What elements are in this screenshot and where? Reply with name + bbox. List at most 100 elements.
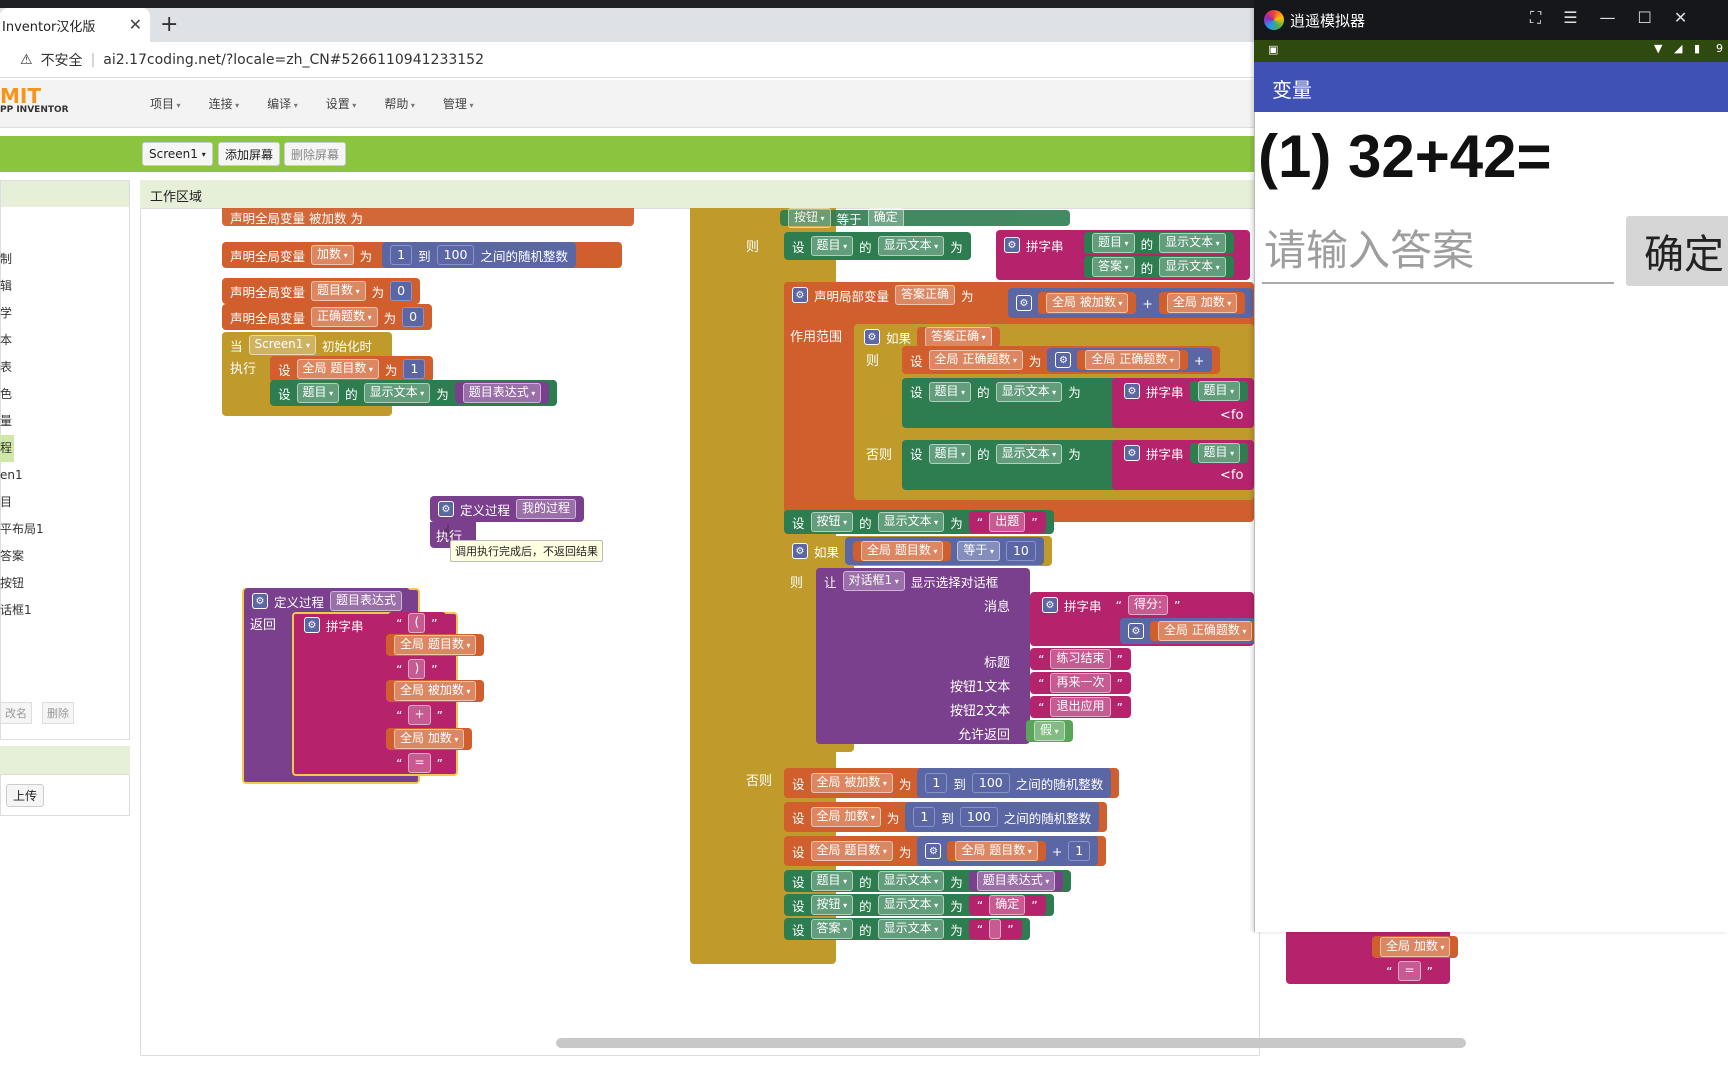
property-chip[interactable]: 显示文本 <box>877 512 945 532</box>
address-field[interactable]: ⚠ 不安全 | ai2.17coding.net/?locale=zh_CN#5… <box>20 48 484 72</box>
var-chip[interactable]: 全局 题目数 <box>955 841 1038 861</box>
upload-button[interactable]: 上传 <box>6 784 45 807</box>
text-chip[interactable]: 出题 <box>989 512 1026 532</box>
var-name-chip[interactable]: 正确题数 <box>311 307 378 327</box>
gear-icon[interactable]: ⚙ <box>1016 295 1032 311</box>
set-add-block[interactable]: 设 全局 加数 为 1到 100 之间的随机整数 <box>784 802 1108 832</box>
num-chip[interactable]: 1 <box>913 807 936 827</box>
menu-project[interactable]: 项目 <box>150 95 181 112</box>
set-question-join-block[interactable]: 设 题目 的 显示文本 为 <box>784 232 971 260</box>
num-chip[interactable]: 1 <box>1068 841 1091 861</box>
tree-item[interactable]: 目 <box>0 489 130 516</box>
get-global-block[interactable]: 全局 被加数 <box>1038 292 1137 314</box>
get-global-block[interactable]: 全局 正确题数 <box>1077 350 1188 370</box>
set-button-text-block[interactable]: 设 按钮 的 显示文本 为 “ 确定 ” <box>784 894 1054 916</box>
global-var-block-partial[interactable]: 声明全局变量 被加数 为 <box>222 208 634 226</box>
tree-item-selected[interactable]: 程 <box>0 435 14 462</box>
set-question-text-block[interactable]: 设 题目 的 显示文本 为 题目表达式 <box>270 380 558 406</box>
text-block[interactable]: “ 确定 ” <box>968 895 1046 915</box>
property-chip[interactable]: 显示文本 <box>995 382 1063 402</box>
new-tab-button[interactable]: + <box>160 12 178 37</box>
gear-icon[interactable]: ⚙ <box>252 593 268 609</box>
screen-select[interactable]: Screen1 ▾ <box>142 142 213 166</box>
var-chip[interactable]: 全局 题目数 <box>861 541 944 561</box>
property-chip[interactable]: 显示文本 <box>877 895 945 915</box>
get-text-block[interactable]: 答案的显示文本 <box>1084 256 1234 278</box>
property-chip[interactable]: 显示文本 <box>1159 257 1226 277</box>
text-block[interactable]: “ ) ” <box>388 658 446 680</box>
text-chip[interactable]: 退出应用 <box>1050 697 1111 717</box>
component-chip[interactable]: 题目 <box>1197 381 1241 401</box>
gear-icon[interactable]: ⚙ <box>864 329 880 345</box>
gear-icon[interactable]: ⚙ <box>1055 352 1072 368</box>
random-int-block[interactable]: 1 到 100 之间的随机整数 <box>917 768 1112 798</box>
text-block[interactable]: “ + ” <box>388 704 452 726</box>
set-count-block[interactable]: 设 全局 题目数 为 1 <box>270 356 434 382</box>
proc-chip[interactable]: 题目表达式 <box>462 383 542 403</box>
text-chip[interactable] <box>989 919 1002 939</box>
var-chip[interactable]: 全局 加数 <box>810 807 881 827</box>
button-equals-condition[interactable]: 按钮 等于 确定 <box>780 208 1070 228</box>
tree-item[interactable]: 辑 <box>0 273 130 300</box>
var-chip[interactable]: 全局 正确题数 <box>928 350 1023 370</box>
text-block[interactable]: “ 再来一次 ” <box>1030 672 1131 694</box>
get-global-block[interactable]: 全局 加数 <box>1372 936 1459 958</box>
get-global-block[interactable]: 全局 题目数 <box>853 541 952 561</box>
tree-item[interactable]: 平布局1 <box>0 516 130 543</box>
get-text-block[interactable]: 题目 <box>1189 381 1249 401</box>
proc-chip[interactable]: 题目表达式 <box>976 871 1056 891</box>
var-chip[interactable]: 全局 题目数 <box>810 841 893 861</box>
var-chip[interactable]: 全局 加数 <box>394 729 465 749</box>
text-block[interactable]: “ ” <box>968 919 1022 939</box>
gear-icon[interactable]: ⚙ <box>925 843 942 859</box>
var-chip[interactable]: 全局 正确题数 <box>1158 621 1253 641</box>
tree-item[interactable]: 本 <box>0 327 130 354</box>
get-global-block[interactable]: 全局 正确题数 <box>1150 621 1261 641</box>
bool-block[interactable]: 假 <box>1026 720 1073 742</box>
menu-help[interactable]: 帮助 <box>384 95 415 112</box>
remove-screen-button[interactable]: 删除屏幕 <box>284 142 347 166</box>
get-global-block[interactable]: 全局 题目数 <box>947 841 1046 861</box>
text-chip[interactable]: ( <box>408 613 426 633</box>
tree-item[interactable]: en1 <box>0 462 130 489</box>
tree-item[interactable]: 表 <box>0 354 130 381</box>
set-question-block[interactable]: 设 题目 的 显示文本 为 <box>902 440 1122 490</box>
maximize-icon[interactable]: ☐ <box>1638 8 1652 28</box>
component-chip[interactable]: 按钮 <box>788 208 831 228</box>
var-chip[interactable]: 全局 题目数 <box>394 635 477 655</box>
tree-item[interactable]: 色 <box>0 381 130 408</box>
text-chip[interactable]: = <box>1398 961 1421 981</box>
compare-block[interactable]: 全局 题目数 等于 10 <box>845 537 1044 565</box>
text-chip[interactable]: 再来一次 <box>1050 673 1111 693</box>
tree-item[interactable]: 量 <box>0 408 130 435</box>
global-var-add-block[interactable]: 声明全局变量 加数 为 1 到 100 之间的随机整数 <box>222 242 622 268</box>
text-block[interactable]: “ 练习结束 ” <box>1030 648 1131 670</box>
text-block[interactable]: “ ( ” <box>388 612 446 634</box>
text-chip[interactable]: = <box>408 753 431 773</box>
num-chip[interactable]: 100 <box>971 773 1010 793</box>
random-int-block[interactable]: 1 到 100 之间的随机整数 <box>905 802 1100 832</box>
tree-item[interactable]: 学 <box>0 300 130 327</box>
tree-item[interactable]: 答案 <box>0 543 130 570</box>
rename-button[interactable]: 改名 <box>0 702 32 724</box>
get-text-block[interactable]: 题目的显示文本 <box>1084 232 1234 254</box>
num-chip[interactable]: 1 <box>390 245 413 265</box>
gear-icon[interactable]: ⚙ <box>438 501 454 517</box>
call-expr-block[interactable]: 题目表达式 <box>968 871 1064 891</box>
var-name-chip[interactable]: 答案正确 <box>895 285 956 305</box>
menu-connect[interactable]: 连接 <box>209 95 240 112</box>
get-global-block[interactable]: 全局 加数 <box>1158 292 1246 314</box>
component-chip[interactable]: 题目 <box>810 871 854 891</box>
num-chip[interactable]: 100 <box>436 245 475 265</box>
component-chip[interactable]: Screen1 <box>248 335 316 355</box>
menu-icon[interactable]: ☰ <box>1563 8 1577 28</box>
get-local-block[interactable]: 答案正确 <box>917 327 1000 347</box>
workspace-scrollbar[interactable] <box>556 1038 1466 1048</box>
gear-icon[interactable]: ⚙ <box>1128 623 1144 639</box>
text-chip[interactable]: 得分: <box>1128 595 1169 615</box>
browser-tab[interactable]: Inventor汉化版 ✕ <box>0 8 150 42</box>
get-global-block[interactable]: 全局 题目数 <box>386 634 485 656</box>
get-text-block[interactable]: 题目 <box>1189 443 1249 463</box>
component-chip[interactable]: 题目 <box>296 383 340 403</box>
call-expr-block[interactable]: 题目表达式 <box>454 382 550 404</box>
